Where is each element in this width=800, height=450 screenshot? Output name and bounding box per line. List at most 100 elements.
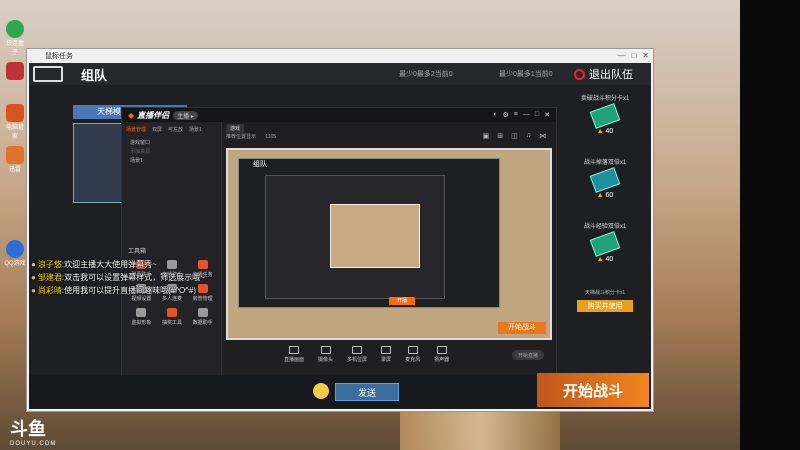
source-multi[interactable]: 多机位屏 [347, 346, 367, 368]
tool-lottery[interactable]: 抽奖工具 [157, 308, 188, 326]
close-button[interactable]: ✕ [642, 51, 649, 60]
reward-name: 战斗掉落双倍x1 [583, 160, 627, 166]
danmu-chat-overlay: 浪子悠:欢迎主播大大使用弹幕秀~ 邹建君:双击我可以设置弹幕样式，筛选展示哦~ … [31, 258, 205, 297]
app-icon [6, 62, 24, 80]
source-record[interactable]: 录屏 [381, 346, 391, 368]
ticket-icon [589, 231, 621, 257]
window-titlebar[interactable]: 鼠标任务 — □ ✕ [27, 49, 653, 63]
chat-message: 尚彩晴:使用我可以提升直播间趣味哦(#^O^#) [31, 284, 205, 297]
nested-go-live: 开播 [389, 297, 415, 305]
camera-icon [320, 346, 331, 354]
send-button[interactable]: 发送 [335, 383, 399, 401]
app-icon [6, 20, 24, 38]
chat-message: 邹建君:双击我可以设置弹幕样式，筛选展示哦~ [31, 271, 205, 284]
back-logo-icon[interactable] [33, 66, 63, 82]
desktop-icon-2[interactable] [4, 62, 26, 80]
tab-dual-screen[interactable]: 双屏 [152, 126, 162, 133]
nested-game-window: 组队 开播 [238, 158, 500, 308]
ticket-icon [589, 167, 621, 193]
reward-price: 40 [559, 128, 651, 135]
layout-icon[interactable]: ▣ [483, 132, 490, 140]
rewards-panel: 卖破战斗积分卡x1 40 战斗掉落双倍x1 60 战斗经验双倍x1 40 天梯战… [559, 93, 651, 393]
nested-title: 组队 [253, 161, 267, 168]
settings-icon[interactable]: ⚙ [503, 111, 509, 119]
source-speaker[interactable]: 扬声器 [434, 346, 449, 368]
stream-info-bar: 游戏 推荐位置显示 1105 [226, 124, 276, 140]
scene-tabs: 场景管理 双屏 可左放 场景1 [122, 122, 221, 137]
close-icon[interactable]: ✕ [544, 111, 550, 119]
share-icon[interactable]: ⋈ [539, 132, 546, 140]
streamer-badge[interactable]: 主播 ▸ [173, 110, 198, 120]
reward-item[interactable]: 卖破战斗积分卡x1 40 [559, 93, 651, 157]
desktop-icon-kuailian[interactable]: 快连盒子 [4, 20, 26, 56]
stream-preview[interactable]: 组队 开播 开始战斗 [226, 148, 552, 340]
nested-stream-app [265, 175, 445, 299]
desktop-icon-label: 快连盒子 [5, 41, 24, 56]
scene-item[interactable]: 场景1 [130, 157, 213, 166]
toolbox-label: 工具箱 [128, 249, 147, 255]
menu-icon[interactable]: ≡ [514, 111, 518, 119]
tab-scene1[interactable]: 场景1 [189, 126, 202, 133]
maximize-icon[interactable]: □ [535, 111, 539, 119]
exit-team-label: 退出队伍 [589, 69, 633, 81]
source-screen[interactable]: 直播画面 [284, 346, 304, 368]
douyu-watermark: 斗鱼 DOUYU.COM [10, 419, 57, 447]
scene-item[interactable]: 添加来源 [130, 148, 213, 157]
tab-scene-manage[interactable]: 场景管理 [126, 126, 146, 133]
app-icon [6, 240, 24, 258]
stream-brand: 直播伴侣 [128, 110, 169, 121]
reward-item[interactable]: 战斗掉落双倍x1 60 [559, 157, 651, 221]
speaker-icon [436, 346, 447, 354]
game-header: 组队 最少0最多2当前0 最少0最多1当前0 退出队伍 [29, 63, 651, 85]
desktop-icon-guanjia[interactable]: 电脑管家 [4, 104, 26, 140]
desktop-icon-xunlei[interactable]: 迅雷 [4, 146, 26, 173]
tab-left[interactable]: 可左放 [168, 126, 183, 133]
lock-icon[interactable]: ◫ [511, 132, 518, 140]
category-tag[interactable]: 游戏 [226, 124, 245, 133]
minimize-button[interactable]: — [617, 51, 625, 60]
data-icon [197, 308, 208, 317]
recommend-info: 推荐位置显示 [226, 134, 257, 140]
source-mic[interactable]: 麦克风 [405, 346, 420, 368]
record-icon [381, 346, 392, 354]
stream-header: 直播伴侣 主播 ▸ ◐ ⚙ ≡ — □ ✕ [122, 108, 556, 122]
lottery-icon [166, 308, 177, 317]
reward-name: 战斗经验双倍x1 [583, 224, 627, 230]
avatar-icon [136, 308, 147, 317]
exit-team-button[interactable]: 退出队伍 [574, 66, 633, 82]
reward-price: 60 [559, 192, 651, 199]
skin-icon[interactable]: ◐ [493, 111, 497, 119]
team-slot-info-2: 最少0最多1当前0 [499, 71, 553, 78]
tool-data[interactable]: 数据助手 [187, 308, 218, 326]
game-window: 鼠标任务 — □ ✕ 组队 最少0最多2当前0 最少0最多1当前0 退出队伍 天… [26, 48, 654, 412]
go-live-button[interactable]: 开始直播 [511, 350, 544, 360]
scene-list: 游戏窗口 添加来源 场景1 [122, 137, 221, 168]
team-slot-info: 最少0最多2当前0 [399, 71, 453, 78]
scene-item[interactable]: 游戏窗口 [130, 139, 213, 148]
bell-icon[interactable]: ♫ [526, 132, 531, 140]
buy-and-use-button[interactable]: 购买并使用 [577, 300, 633, 312]
desktop-icon-label: QQ游戏 [4, 261, 26, 267]
minimize-icon[interactable]: — [523, 111, 530, 119]
window-title: 鼠标任务 [45, 53, 73, 60]
desktop-icon-qqgame[interactable]: QQ游戏 [4, 240, 26, 267]
reward-item[interactable]: 战斗经验双倍x1 40 [559, 221, 651, 285]
multi-screen-icon [352, 346, 363, 354]
game-client: 组队 最少0最多2当前0 最少0最多1当前0 退出队伍 天梯模 卖破战斗积分卡x… [29, 63, 651, 409]
chat-message: 浪子悠:欢迎主播大大使用弹幕秀~ [31, 258, 205, 271]
microphone-icon [407, 346, 418, 354]
black-margin [740, 0, 800, 450]
source-toolbar: 直播画面 摄像头 多机位屏 录屏 麦克风 扬声器 开始直播 [226, 346, 552, 368]
emoji-icon[interactable] [313, 383, 329, 399]
source-camera[interactable]: 摄像头 [318, 346, 333, 368]
viewer-count: 1105 [265, 134, 277, 140]
reward-name: 卖破战斗积分卡x1 [580, 96, 630, 102]
tool-avatar[interactable]: 虚拟形象 [126, 308, 157, 326]
start-battle-button[interactable]: 开始战斗 [537, 373, 649, 407]
crop-icon[interactable]: ⊞ [497, 132, 503, 140]
exit-icon [574, 68, 585, 80]
app-icon [6, 104, 24, 122]
maximize-button[interactable]: □ [631, 51, 636, 60]
app-icon [6, 146, 24, 164]
nested-start-battle: 开始战斗 [498, 322, 546, 334]
